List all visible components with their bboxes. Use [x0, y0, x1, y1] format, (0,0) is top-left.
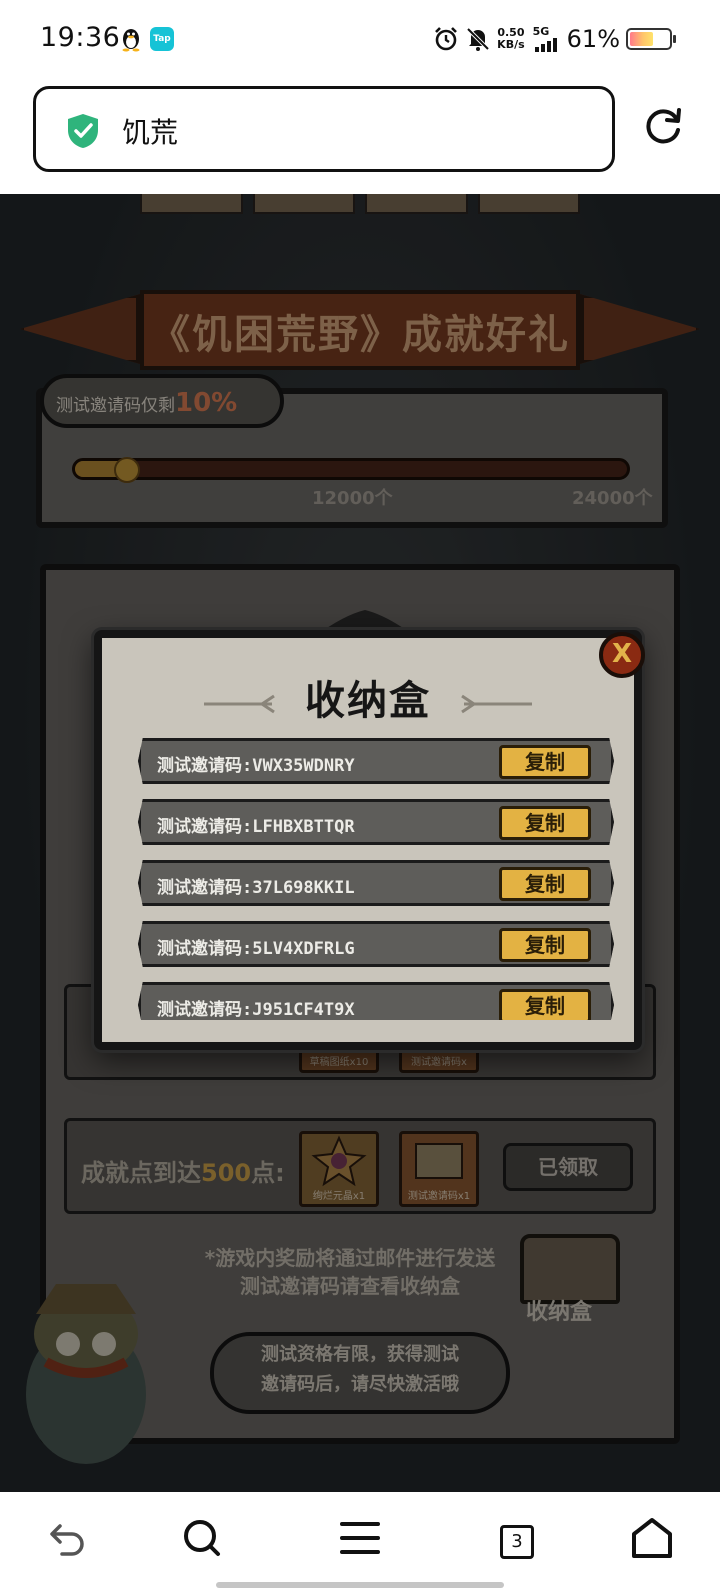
- back-icon[interactable]: [46, 1516, 90, 1560]
- net-speed: 0.50 KB/s: [497, 26, 525, 51]
- invite-code: 测试邀请码:VWX35WDNRY: [157, 756, 355, 776]
- home-indicator: [216, 1582, 504, 1588]
- code-row: 测试邀请码:5LV4XDFRLG 复制: [138, 921, 614, 967]
- signal-bars-icon: [534, 38, 557, 52]
- code-row: 测试邀请码:LFHBXBTTQR 复制: [138, 799, 614, 845]
- tabs-count-button[interactable]: 3: [500, 1525, 534, 1559]
- shield-icon: [68, 114, 98, 148]
- status-bar: 19:36 Tap 0.50 KB/s 5G 61%: [0, 0, 720, 78]
- page-title: 饥荒: [122, 116, 179, 149]
- close-modal-button[interactable]: X: [599, 632, 645, 678]
- storage-box-modal: 收纳盒 测试邀请码:VWX35WDNRY 复制 测试邀请码:LFHBXBTTQR…: [94, 630, 642, 1050]
- code-row: 测试邀请码:37L698KKIL 复制: [138, 860, 614, 906]
- invite-code: 测试邀请码:37L698KKIL: [157, 878, 355, 898]
- battery-percent: 61%: [566, 25, 620, 53]
- browser-bottom-nav: [0, 1492, 720, 1592]
- battery-icon: [626, 28, 676, 50]
- antler-ornament-left: [204, 694, 275, 714]
- status-time: 19:36: [40, 22, 121, 53]
- home-icon[interactable]: [630, 1516, 674, 1560]
- battery-fill: [630, 32, 654, 46]
- copy-button[interactable]: 复制: [499, 867, 591, 901]
- signal: 5G: [533, 26, 561, 52]
- modal-title: 收纳盒: [305, 677, 431, 724]
- invite-code: 测试邀请码:5LV4XDFRLG: [157, 939, 355, 959]
- copy-button[interactable]: 复制: [499, 806, 591, 840]
- status-right: 0.50 KB/s 5G 61%: [433, 22, 676, 56]
- copy-button[interactable]: 复制: [499, 989, 591, 1020]
- invite-code: 测试邀请码:LFHBXBTTQR: [157, 817, 355, 837]
- antler-ornament-right: [461, 694, 532, 714]
- code-row: 测试邀请码:J951CF4T9X 复制: [138, 982, 614, 1020]
- qq-penguin-icon: [122, 29, 140, 52]
- menu-icon[interactable]: [338, 1516, 382, 1560]
- copy-button[interactable]: 复制: [499, 928, 591, 962]
- web-content: 《饥困荒野》成就好礼 测试邀请码仅剩10% 12000个 24000个 草稿图纸…: [0, 194, 720, 1492]
- copy-button[interactable]: 复制: [499, 745, 591, 779]
- reload-icon[interactable]: [644, 106, 684, 146]
- network-type: 5G: [532, 25, 550, 38]
- search-icon[interactable]: [180, 1516, 224, 1560]
- browser-toolbar: 饥荒: [0, 78, 720, 194]
- alarm-icon: [435, 27, 458, 51]
- tap-icon: Tap: [150, 27, 174, 51]
- invite-code-list[interactable]: 测试邀请码:VWX35WDNRY 复制 测试邀请码:LFHBXBTTQR 复制 …: [138, 738, 614, 1020]
- mute-icon: [466, 27, 490, 51]
- invite-code: 测试邀请码:J951CF4T9X: [157, 1000, 355, 1020]
- code-row: 测试邀请码:VWX35WDNRY 复制: [138, 738, 614, 784]
- address-bar[interactable]: 饥荒: [33, 86, 615, 172]
